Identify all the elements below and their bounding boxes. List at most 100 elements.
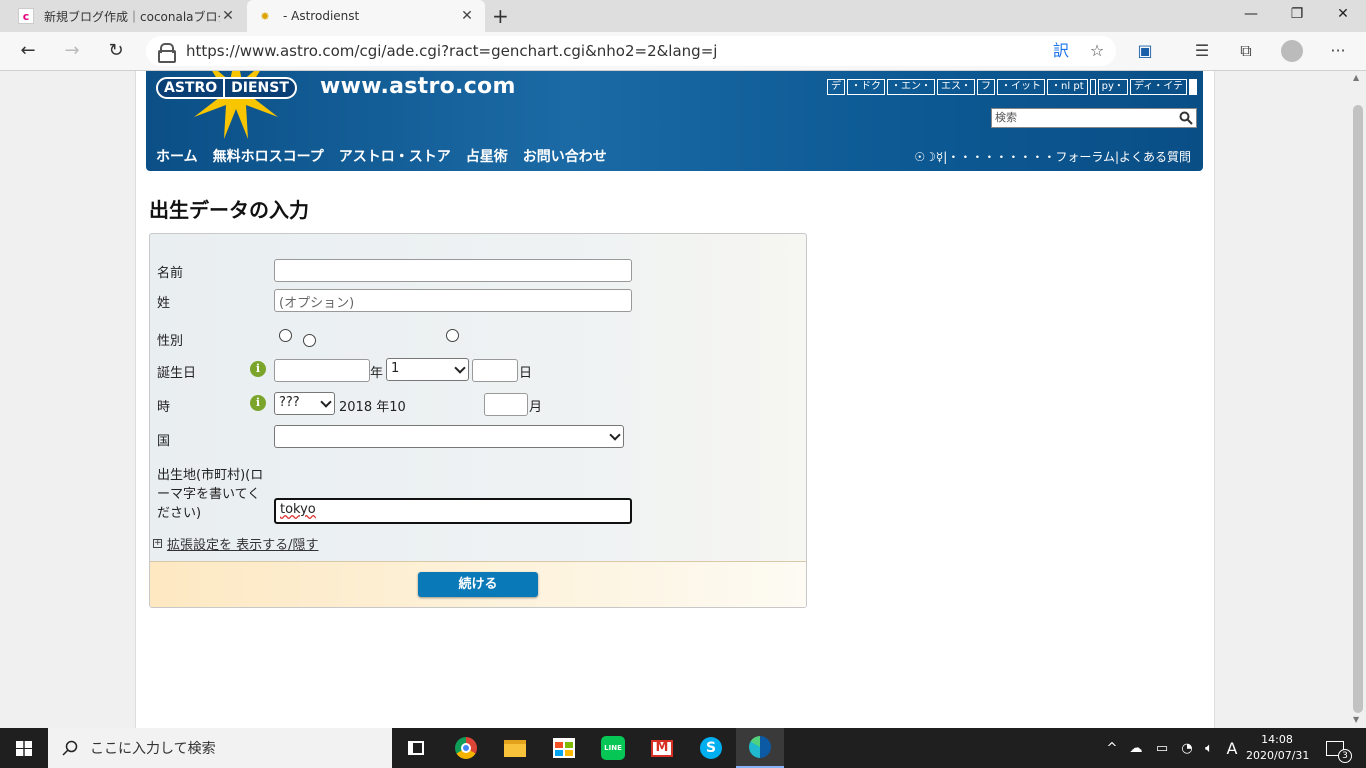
tab-coconala[interactable]: c 新規ブログ作成｜coconalaブログ ✕ [8,0,246,32]
favorite-star-icon[interactable]: ☆ [1085,40,1109,64]
more-menu-icon[interactable]: ··· [1326,40,1350,64]
surname-label: 姓 [157,296,171,311]
name-input[interactable] [274,259,632,282]
astrodienst-logo[interactable]: ASTRO DIENST [156,77,297,99]
gender-radio-male[interactable] [279,329,292,342]
favorites-icon[interactable]: ☰ [1190,40,1214,64]
skype-icon[interactable]: S [687,728,735,768]
nav-astrology[interactable]: 占星術 [466,146,508,166]
task-view-icon[interactable] [392,728,440,768]
continue-button[interactable]: 続ける [418,572,538,597]
city-input[interactable]: tokyo [274,498,632,524]
birth-data-form: 名前 姓 (オプション) 性別 誕生日 i 年 1 日 時 i ??? 2018… [149,233,807,608]
minimize-icon[interactable]: — [1228,0,1274,32]
site-search-placeholder: 検索 [995,111,1017,124]
lang-link[interactable]: ・エン・ [887,79,936,95]
city-label-line1: 出生地(市町村)(ロ [157,468,264,483]
onedrive-cloud-icon[interactable]: ☁ [1124,728,1148,768]
nav-free-horoscopes[interactable]: 無料ホロスコープ [213,146,324,166]
lock-icon [158,43,176,63]
new-tab-icon[interactable]: + [492,4,509,28]
time-label: 時 [157,400,171,415]
restore-icon[interactable]: ❐ [1274,0,1320,32]
battery-icon[interactable]: ▭ [1150,728,1174,768]
birth-hour-select[interactable]: ??? [274,392,335,415]
site-search-input[interactable]: 検索 [991,108,1197,128]
info-icon[interactable]: i [250,361,266,377]
birth-minute-input[interactable] [484,393,528,416]
taskbar-search-placeholder: ここに入力して検索 [90,741,216,757]
lang-link[interactable]: ディ・イテ [1129,79,1187,95]
notification-count-badge: 3 [1338,748,1352,763]
country-select[interactable] [274,425,624,448]
info-icon[interactable]: i [250,395,266,411]
wifi-icon[interactable]: ◔ [1176,728,1198,768]
sub-nav[interactable]: ☉☽☿|・・・・・・・・・フォーラム|よくある質問 [914,148,1191,165]
advanced-settings-link[interactable]: 拡張設定を 表示する/隠す [167,534,319,553]
clock-date: 2020/07/31 [1246,749,1310,762]
close-tab-icon[interactable]: ✕ [459,8,475,24]
lang-link[interactable]: py・ [1097,79,1128,95]
city-label-line2: ーマ字を書いてく [157,487,261,502]
birth-day-input[interactable] [472,359,518,382]
show-hidden-icons-icon[interactable]: ^ [1102,728,1122,768]
site-url-title: www.astro.com [320,74,516,99]
clock-time: 14:08 [1261,733,1293,746]
file-explorer-icon[interactable] [491,728,539,768]
gmail-icon[interactable]: M [638,728,686,768]
translate-icon[interactable]: 訳 [1049,40,1073,64]
time-text: 2018 年10 [339,400,406,415]
surname-input[interactable]: (オプション) [274,289,632,312]
lang-link[interactable]: デ [827,79,846,95]
scroll-down-icon[interactable]: ▼ [1353,715,1359,724]
lang-scroll[interactable] [1189,79,1197,95]
gender-radio-female[interactable] [303,334,316,347]
close-tab-icon[interactable]: ✕ [220,8,236,24]
country-label: 国 [157,434,171,449]
vertical-scrollbar[interactable]: ▲ ▼ [1350,71,1366,728]
volume-icon[interactable]: 🔈︎ [1198,728,1220,768]
profile-avatar-icon[interactable] [1280,40,1304,64]
lang-link[interactable]: ・ドク [847,79,886,95]
city-value: tokyo [280,502,316,517]
birthdate-label: 誕生日 [157,366,197,381]
gender-label: 性別 [157,334,184,349]
advanced-settings-toggle[interactable]: + 拡張設定を 表示する/隠す [153,534,319,553]
nav-contact[interactable]: お問い合わせ [523,146,607,166]
taskbar-search[interactable]: ここに入力して検索 [48,728,392,768]
lang-link[interactable]: エス・ [937,79,976,95]
scroll-thumb[interactable] [1353,105,1363,713]
back-icon[interactable]: ← [14,38,42,66]
forward-icon[interactable]: → [58,38,86,66]
search-icon[interactable] [1179,111,1193,125]
start-button[interactable] [0,728,48,768]
lang-link[interactable]: ・nl pt [1047,79,1088,95]
notification-center-icon[interactable]: 3 [1318,728,1352,768]
logo-text-right: DIENST [231,80,289,96]
birth-month-select[interactable]: 1 [386,358,469,381]
taskbar-clock[interactable]: 14:08 2020/07/31 [1246,732,1310,764]
astrodienst-favicon-icon: ✸ [260,9,270,23]
lang-link[interactable]: フ [977,79,996,95]
search-icon [62,740,78,756]
nav-home[interactable]: ホーム [156,146,198,166]
edge-icon[interactable] [736,728,784,768]
store-icon[interactable] [540,728,588,768]
scroll-up-icon[interactable]: ▲ [1353,73,1359,82]
refresh-icon[interactable]: ↻ [102,38,130,66]
lang-link[interactable] [1089,79,1096,95]
birth-year-input[interactable] [274,359,370,382]
coconala-favicon-icon: c [18,8,34,24]
tab-astrodienst[interactable]: ✸ - Astrodienst ✕ [247,0,485,32]
line-icon[interactable]: LINE [589,728,637,768]
extension-icon[interactable]: ▣ [1133,40,1157,64]
gender-radio-event[interactable] [446,329,459,342]
close-window-icon[interactable]: ✕ [1320,0,1366,32]
url-field[interactable]: https://www.astro.com/cgi/ade.cgi?ract=g… [146,36,1116,66]
nav-astro-shop[interactable]: アストロ・ストア [339,146,451,166]
chrome-icon[interactable] [442,728,490,768]
minute-suffix: 月 [529,400,543,415]
ime-indicator[interactable]: A [1220,728,1244,768]
lang-link[interactable]: ・イット [997,79,1046,95]
collections-icon[interactable]: ⧉ [1234,40,1258,64]
